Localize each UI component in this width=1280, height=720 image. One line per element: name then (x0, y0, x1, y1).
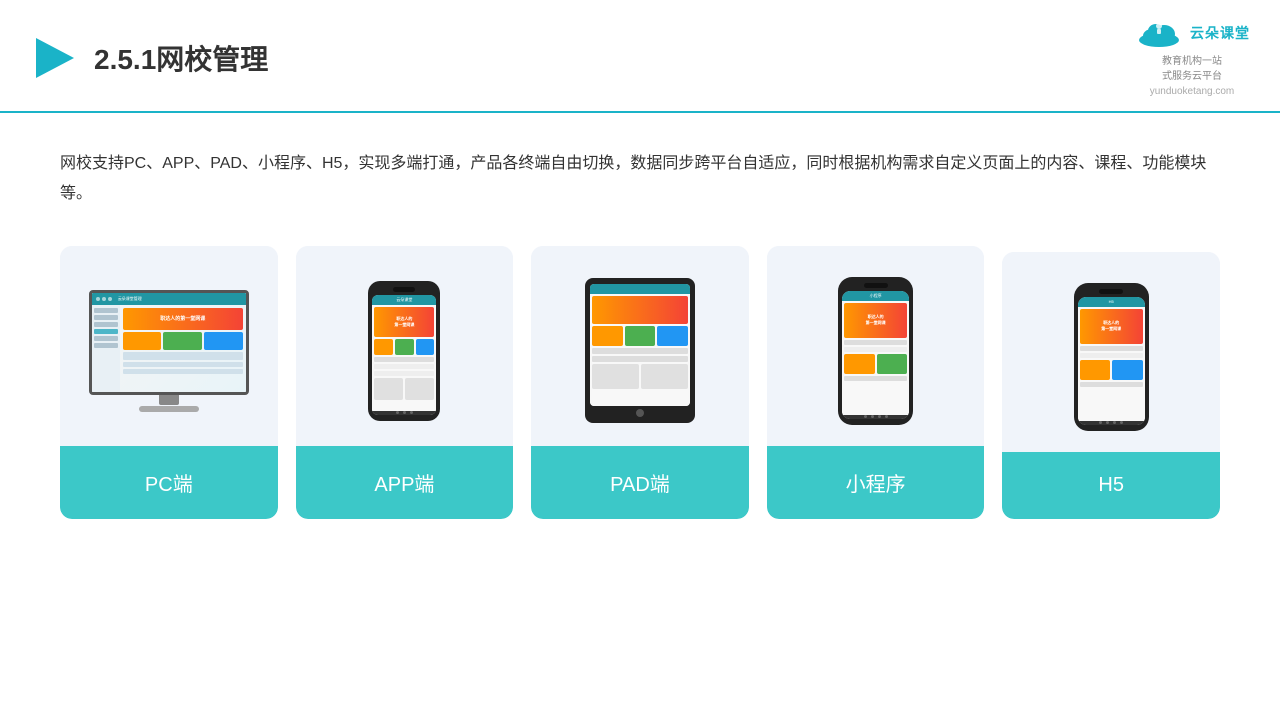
cloud-icon (1134, 18, 1184, 48)
header-left: 2.5.1网校管理 (30, 34, 268, 82)
card-label-app: APP端 (296, 446, 514, 519)
card-pad: PAD端 (531, 246, 749, 519)
phone-mockup-h5: H5 职达人的第一堂网课 (1071, 283, 1151, 431)
card-image-h5: H5 职达人的第一堂网课 (1002, 252, 1220, 452)
desktop-stand (159, 395, 179, 405)
main-content: 网校支持PC、APP、PAD、小程序、H5，实现多端打通，产品各终端自由切换，数… (0, 113, 1280, 543)
card-label-pc: PC端 (60, 446, 278, 519)
card-label-h5: H5 (1002, 452, 1220, 519)
header: 2.5.1网校管理 云朵课堂 教育机构一站式服务云平台 yunduoketang… (0, 0, 1280, 113)
play-icon (30, 34, 78, 82)
card-pc: 云朵课堂管理 (60, 246, 278, 519)
tablet-mockup (583, 278, 698, 423)
card-label-miniapp: 小程序 (767, 446, 985, 519)
card-app: 云朵课堂 职达人的第一堂网课 (296, 246, 514, 519)
phone-mockup-app: 云朵课堂 职达人的第一堂网课 (364, 281, 444, 421)
logo-area: 云朵课堂 教育机构一站式服务云平台 yunduoketang.com (1134, 18, 1250, 97)
cards-row: 云朵课堂管理 (60, 246, 1220, 519)
card-h5: H5 职达人的第一堂网课 (1002, 252, 1220, 519)
logo-main-text: 云朵课堂 (1190, 23, 1250, 43)
logo-cloud: 云朵课堂 (1134, 18, 1250, 48)
card-image-pc: 云朵课堂管理 (60, 246, 278, 446)
page-title: 2.5.1网校管理 (94, 38, 268, 78)
card-image-miniapp: 小程序 职达人的第一堂网课 (767, 246, 985, 446)
desktop-base (139, 406, 199, 412)
card-label-pad: PAD端 (531, 446, 749, 519)
phone-mockup-miniapp: 小程序 职达人的第一堂网课 (836, 277, 916, 425)
desktop-screen: 云朵课堂管理 (89, 290, 249, 395)
card-image-pad (531, 246, 749, 446)
description-text: 网校支持PC、APP、PAD、小程序、H5，实现多端打通，产品各终端自由切换，数… (60, 149, 1220, 210)
card-miniapp: 小程序 职达人的第一堂网课 (767, 246, 985, 519)
logo-url: yunduoketang.com (1150, 86, 1235, 97)
card-image-app: 云朵课堂 职达人的第一堂网课 (296, 246, 514, 446)
desktop-mockup: 云朵课堂管理 (84, 290, 254, 412)
logo-sub-text: 教育机构一站式服务云平台 (1162, 52, 1222, 82)
